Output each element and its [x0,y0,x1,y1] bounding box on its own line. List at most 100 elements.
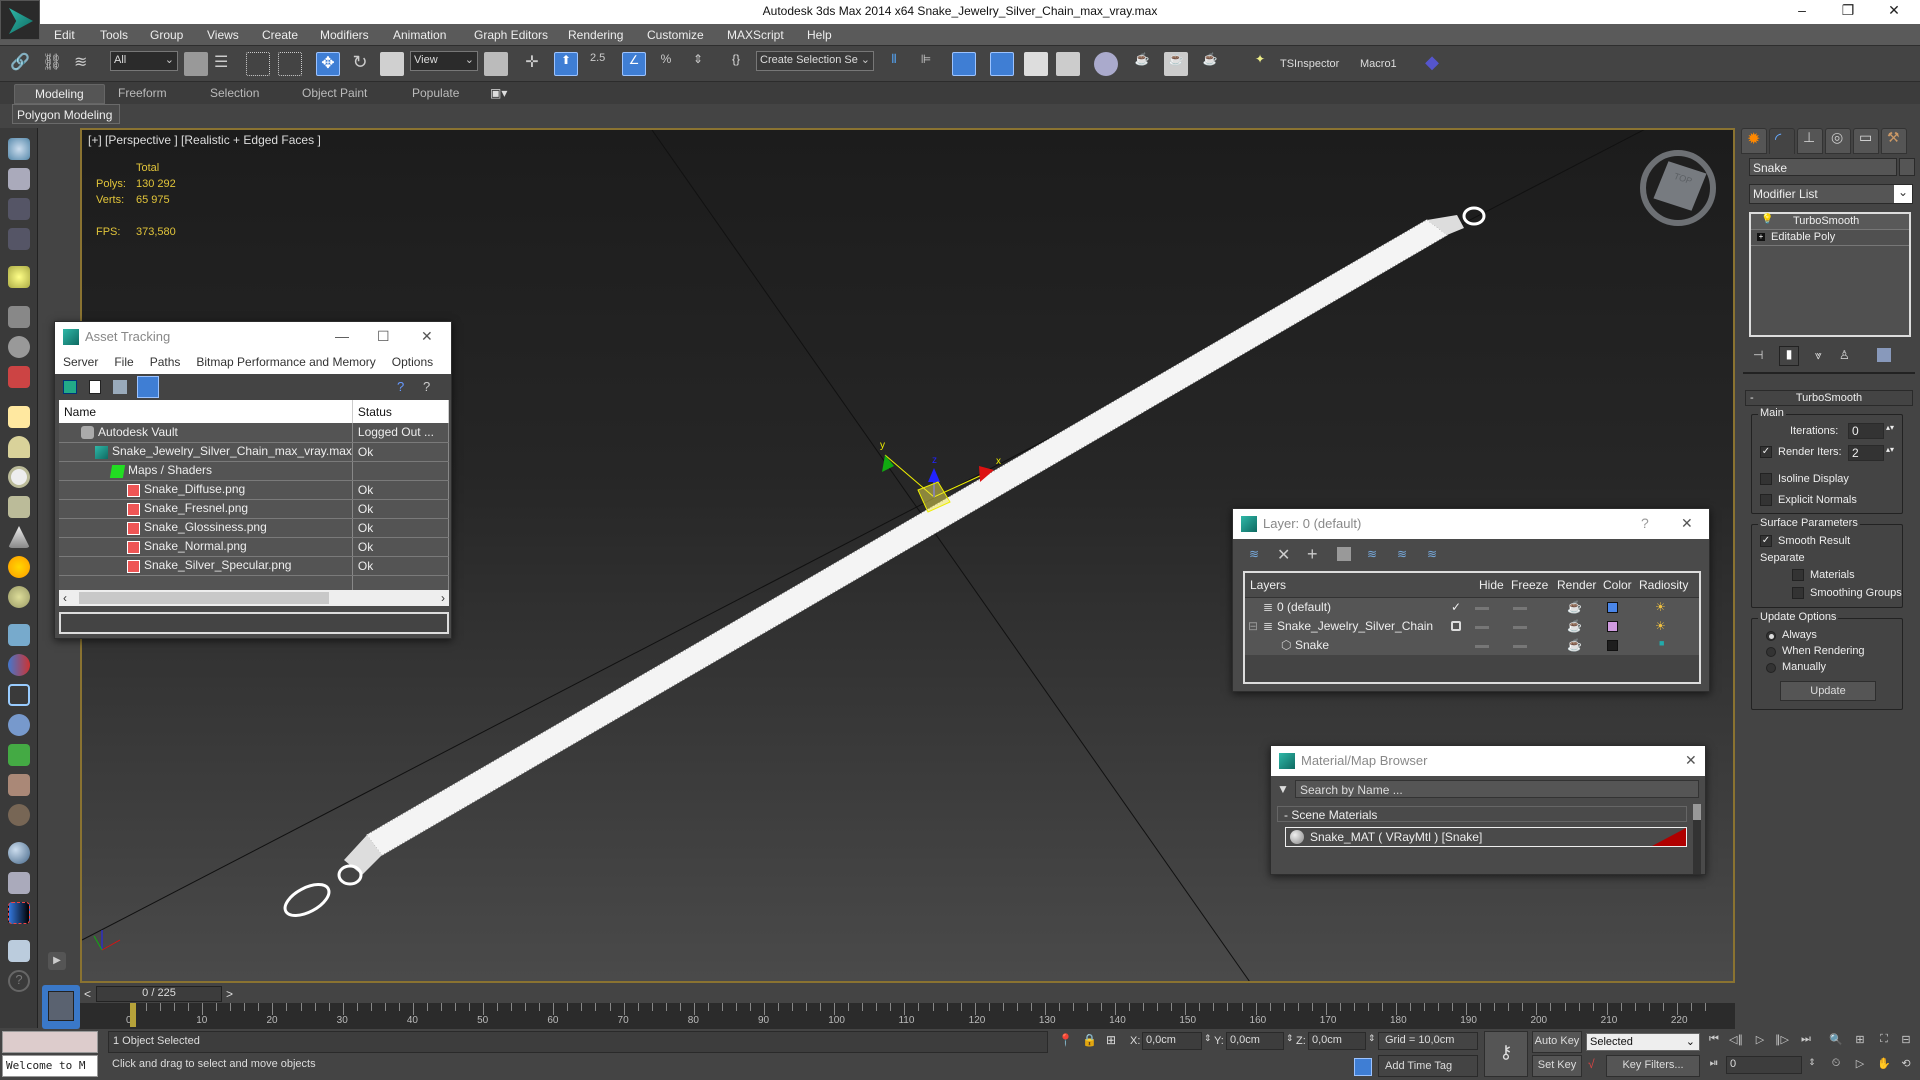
fur-ball-icon[interactable] [8,714,30,736]
utilities-tab[interactable]: ⚒ [1881,128,1907,154]
scrollbar-thumb[interactable] [79,592,329,604]
pivot-center-icon[interactable] [484,52,508,76]
column-freeze[interactable]: Freeze [1511,578,1548,592]
area-light-icon[interactable] [8,406,30,428]
select-and-rotate-icon[interactable]: ↻ [348,52,372,76]
tsinspector-icon[interactable]: ✦ [1248,52,1272,76]
menu-paths[interactable]: Paths [150,355,181,369]
ribbon-tab-freeform[interactable]: Freeform [118,86,167,100]
render-iters-spinner[interactable]: ▴▾ [1886,445,1894,454]
spot-light-icon[interactable] [8,526,30,548]
layer-color-swatch[interactable] [1607,621,1618,632]
menu-help[interactable]: Help [807,28,832,42]
percent-snap-icon[interactable]: % [654,52,678,76]
column-color[interactable]: Color [1603,578,1632,592]
edit-named-selection-icon[interactable]: {} [724,52,748,76]
selection-filter-dropdown[interactable]: All ⌄ [110,51,178,71]
help-button[interactable]: ? [1641,515,1649,531]
x-spinner[interactable]: ⇕ [1204,1033,1212,1044]
matte-icon[interactable] [8,902,30,924]
list-panel-icon[interactable] [8,198,30,220]
previous-frame-button[interactable]: < [84,987,91,1001]
key-mode-dropdown[interactable]: Selected ⌄ [1586,1033,1700,1051]
layer-manager-icon[interactable] [952,52,976,76]
viewport-layout-button[interactable] [42,985,80,1029]
refresh-icon[interactable] [63,380,77,394]
menu-customize[interactable]: Customize [647,28,704,42]
material-browser-titlebar[interactable]: Material/Map Browser ✕ [1271,746,1705,776]
default-tangent-icon[interactable]: √ [1588,1057,1595,1071]
layer-object-row[interactable]: ⬡ Snake ☕ ■ [1245,636,1699,655]
camera-icon[interactable] [8,306,30,328]
zoom-all-icon[interactable]: ⊞ [1852,1033,1868,1049]
table-row[interactable]: Snake_Fresnel.png Ok [59,499,450,519]
menu-modifiers[interactable]: Modifiers [320,28,369,42]
gizmo-z-arrow[interactable] [928,468,940,482]
close-icon[interactable]: ✕ [421,328,433,345]
when-rendering-radio[interactable] [1766,647,1776,657]
set-key-button[interactable]: Set Key [1532,1055,1582,1077]
freeze-toggle[interactable] [1513,607,1527,610]
particles-icon[interactable] [8,624,30,646]
scrollbar-thumb[interactable] [1693,804,1701,820]
rectangular-selection-icon[interactable] [246,52,270,76]
select-and-scale-icon[interactable] [380,52,404,76]
material-search-input[interactable]: Search by Name ... [1295,780,1699,798]
menu-graph-editors[interactable]: Graph Editors [474,28,548,42]
ribbon-tab-populate[interactable]: Populate [412,86,459,100]
close-icon[interactable]: ✕ [1681,515,1693,532]
scene-materials-group[interactable]: - Scene Materials [1277,806,1687,822]
minimize-button[interactable]: – [1782,2,1822,22]
curve-editor-icon[interactable] [1024,52,1048,76]
material-assign-icon[interactable] [8,872,30,894]
y-coordinate-field[interactable]: 0,0cm [1226,1032,1284,1050]
application-button[interactable] [0,0,40,40]
isoline-display-checkbox[interactable] [1760,473,1772,485]
absolute-mode-icon[interactable]: ⊞ [1106,1033,1116,1047]
current-frame-spinner[interactable]: ⇕ [1804,1057,1820,1073]
window-crossing-icon[interactable] [278,52,302,76]
bulb-icon[interactable]: 💡 [1761,214,1773,225]
layer-row[interactable]: ≣ 0 (default) ✓ ☕ ☀ [1245,598,1699,617]
macro-grid-icon[interactable]: ◆ [1420,52,1444,76]
render-iters-checkbox[interactable]: ✓ [1760,446,1772,458]
layer-row[interactable]: ⊟ ≣ Snake_Jewelry_Silver_Chain ☕ ☀ [1245,617,1699,636]
menu-edit[interactable]: Edit [54,28,75,42]
highlight-selected-icon[interactable]: ≋ [1367,547,1377,561]
select-by-name-icon[interactable]: ☰ [214,52,238,76]
modifier-list-dropdown[interactable]: Modifier List ⌄ [1749,184,1913,204]
radiosity-icon[interactable]: ☀ [1655,600,1666,614]
previous-key-icon[interactable]: ◁∥ [1728,1033,1744,1049]
rendered-frame-window-icon[interactable]: ☕ [1164,52,1188,76]
menu-animation[interactable]: Animation [393,28,446,42]
time-slider-thumb[interactable]: 0 / 225 [96,986,222,1002]
select-object-icon[interactable] [184,52,208,76]
menu-server[interactable]: Server [63,355,98,369]
viewcube-face-top[interactable]: TOP [1653,161,1707,211]
make-unique-icon[interactable]: ⩔ [1815,348,1822,363]
close-icon[interactable]: ✕ [1685,752,1697,769]
next-key-icon[interactable]: ∥▷ [1774,1033,1790,1049]
light-lister-icon[interactable] [8,266,30,288]
column-status[interactable]: Status [352,400,450,423]
maxscript-listener-mini[interactable] [2,1031,98,1053]
play-icon[interactable]: ▷ [1752,1033,1768,1049]
x-coordinate-field[interactable]: 0,0cm [1142,1032,1202,1050]
menu-options[interactable]: Options [392,355,433,369]
iterations-spinner[interactable]: ▴▾ [1886,423,1894,432]
object-color-swatch[interactable] [1899,158,1915,176]
menu-file[interactable]: File [114,355,133,369]
table-view-icon[interactable] [137,376,159,398]
keyboard-shortcut-override-icon[interactable]: ⬆ [554,52,578,76]
table-row[interactable]: Autodesk Vault Logged Out ... [59,423,450,443]
material-sphere-icon[interactable] [8,842,30,864]
freeze-toggle[interactable] [1513,626,1527,629]
hair-fur-icon[interactable] [8,774,30,796]
add-to-layer-icon[interactable]: + [1307,544,1318,565]
browser-options-icon[interactable]: ▼ [1277,782,1289,796]
current-frame-field[interactable]: 0 [1726,1056,1802,1074]
hierarchy-tab[interactable]: ⊥ [1797,128,1823,154]
object-color-swatch[interactable] [1607,640,1618,651]
named-selection-dropdown[interactable]: Create Selection Se ⌄ [756,51,874,71]
column-radiosity[interactable]: Radiosity [1639,578,1688,592]
